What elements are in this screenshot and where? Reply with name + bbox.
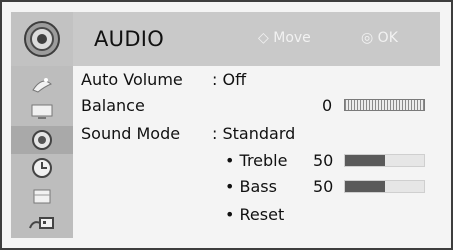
treble-label[interactable]: • Treble bbox=[225, 151, 287, 170]
ok-button-icon: ◎ bbox=[361, 30, 374, 46]
auto-volume-label[interactable]: Auto Volume bbox=[81, 70, 183, 89]
menu-header: AUDIO ◇ Move ◎ OK bbox=[11, 12, 440, 66]
balance-value: 0 bbox=[322, 96, 333, 115]
auto-volume-value: : Off bbox=[212, 70, 247, 89]
bass-level-fill bbox=[345, 181, 385, 192]
audio-speaker-icon bbox=[32, 130, 52, 150]
treble-value: 50 bbox=[313, 151, 334, 170]
sidebar-item-audio[interactable] bbox=[11, 126, 73, 154]
sidebar-item-lock[interactable] bbox=[11, 182, 73, 210]
arrow-keys-icon: ◇ bbox=[258, 30, 269, 46]
sidebar-item-time[interactable] bbox=[11, 154, 73, 182]
speaker-icon bbox=[24, 21, 60, 57]
sound-mode-label[interactable]: Sound Mode bbox=[81, 124, 180, 143]
audio-category-icon-box bbox=[11, 12, 73, 66]
move-hint: ◇ Move bbox=[258, 30, 311, 46]
category-sidebar bbox=[11, 66, 73, 238]
bass-level-bar[interactable] bbox=[344, 180, 425, 193]
input-plug-icon bbox=[29, 217, 54, 229]
audio-settings-panel: Auto Volume : Off Balance 0 Sound Mode :… bbox=[73, 66, 440, 238]
bass-value: 50 bbox=[313, 177, 334, 196]
clock-icon bbox=[32, 158, 52, 178]
sound-mode-value: : Standard bbox=[212, 124, 296, 143]
bass-label[interactable]: • Bass bbox=[225, 177, 277, 196]
sidebar-item-picture[interactable] bbox=[11, 98, 73, 126]
ok-hint: ◎ OK bbox=[361, 30, 398, 46]
balance-label[interactable]: Balance bbox=[81, 96, 145, 115]
balance-slider[interactable] bbox=[344, 99, 425, 111]
treble-level-fill bbox=[345, 155, 385, 166]
sidebar-item-input[interactable] bbox=[11, 210, 73, 238]
page-title: AUDIO bbox=[94, 27, 165, 51]
move-label: Move bbox=[273, 30, 311, 46]
reset-label[interactable]: • Reset bbox=[225, 205, 284, 224]
ok-label: OK bbox=[377, 30, 398, 46]
lock-icon bbox=[33, 189, 51, 204]
audio-menu-window: AUDIO ◇ Move ◎ OK Auto Volume: Off Bala… bbox=[0, 0, 453, 250]
sidebar-item-channel[interactable] bbox=[11, 70, 73, 98]
satellite-dish-icon bbox=[32, 78, 52, 93]
monitor-icon bbox=[31, 104, 53, 119]
treble-level-bar[interactable] bbox=[344, 154, 425, 167]
